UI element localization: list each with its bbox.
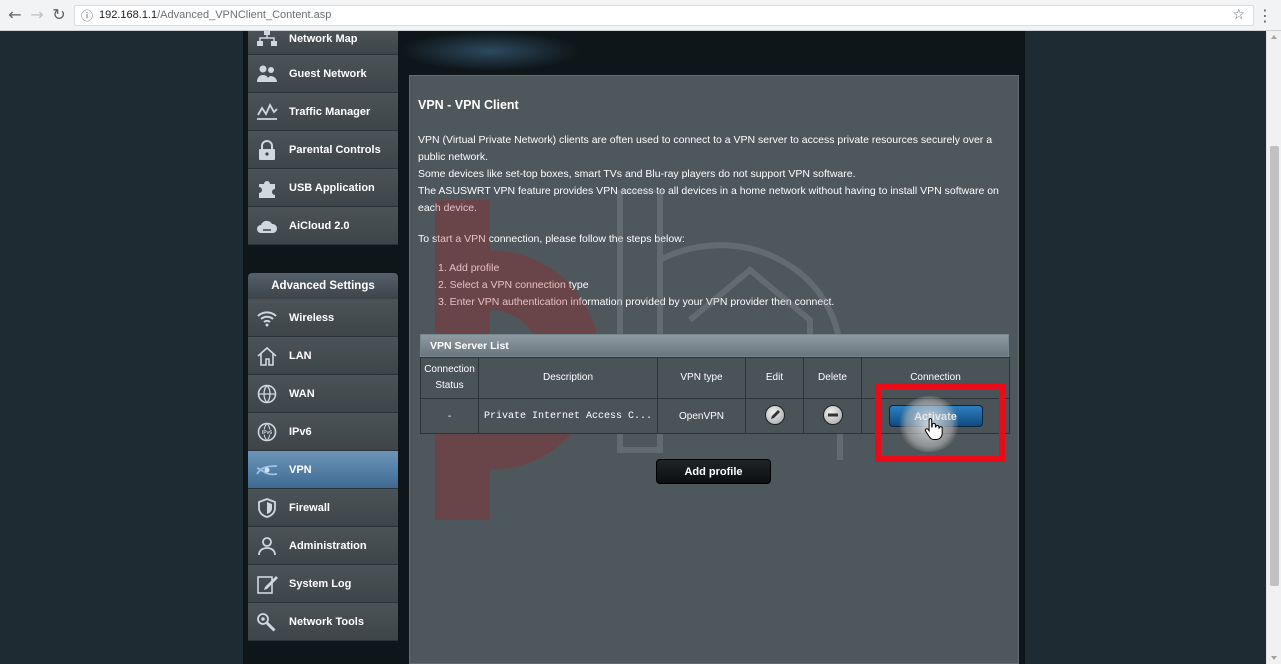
sidebar-item-lan[interactable]: LAN — [248, 337, 398, 375]
sidebar-item-label: Guest Network — [289, 68, 367, 80]
sidebar-item-label: Network Map — [289, 33, 358, 45]
col-status-line2: Status — [435, 380, 464, 391]
header-graphic — [400, 31, 580, 71]
cell-vpn-type: OpenVPN — [657, 398, 746, 434]
sidebar-item-label: System Log — [289, 578, 352, 590]
menu-dots-icon[interactable]: ⋮ — [1257, 6, 1273, 25]
sidebar-item-label: Wireless — [289, 312, 335, 324]
col-edit: Edit — [745, 357, 804, 399]
puzzle-icon — [259, 181, 275, 198]
page-scrollbar[interactable] — [1266, 31, 1281, 664]
sidebar-item-ipv6[interactable]: IPv6 IPv6 — [248, 413, 398, 451]
col-vpn-type: VPN type — [657, 357, 746, 399]
address-bar[interactable]: ⓘ 192.168.1.1/Advanced_VPNClient_Content… — [74, 5, 1254, 26]
sidebar-item-label: AiCloud 2.0 — [289, 220, 350, 232]
sidebar-item-label: Traffic Manager — [289, 106, 371, 118]
edit-pencil-icon[interactable] — [764, 404, 785, 425]
steps-list: 1. Add profile 2. Select a VPN connectio… — [438, 260, 834, 311]
url-path: /Advanced_VPNClient_Content.asp — [157, 9, 332, 21]
forward-arrow-icon[interactable]: → — [28, 6, 46, 24]
lock-icon — [259, 140, 275, 160]
star-icon[interactable]: ☆ — [1232, 7, 1245, 23]
reload-icon[interactable]: ↻ — [50, 6, 68, 24]
vpn-description: VPN (Virtual Private Network) clients ar… — [418, 132, 1008, 217]
hand-cursor-icon — [924, 418, 943, 440]
sidebar-item-vpn[interactable]: VPN — [248, 451, 398, 489]
steps-intro: To start a VPN connection, please follow… — [418, 233, 685, 245]
scroll-down-icon[interactable] — [1271, 656, 1277, 660]
page-title: VPN - VPN Client — [418, 98, 519, 112]
sidebar-item-traffic-manager[interactable]: Traffic Manager — [248, 93, 398, 131]
sidebar: Network Map Guest Network Traffic Manage… — [248, 30, 398, 641]
globe-icon — [257, 384, 277, 404]
col-description: Description — [478, 357, 658, 399]
sidebar-item-network-tools[interactable]: Network Tools — [248, 603, 398, 641]
description-line: Some devices like set-top boxes, smart T… — [418, 168, 856, 180]
browser-toolbar: ← → ↻ ⓘ 192.168.1.1/Advanced_VPNClient_C… — [0, 0, 1281, 31]
shield-icon — [258, 498, 276, 518]
col-delete: Delete — [803, 357, 862, 399]
sidebar-item-label: WAN — [289, 388, 315, 400]
sidebar-item-firewall[interactable]: Firewall — [248, 489, 398, 527]
cell-description: Private Internet Access C... — [478, 398, 658, 434]
info-icon[interactable]: ⓘ — [81, 7, 93, 24]
step-item: 2. Select a VPN connection type — [438, 279, 589, 291]
sidebar-item-administration[interactable]: Administration — [248, 527, 398, 565]
col-connection-status: Connection Status — [420, 357, 479, 399]
sidebar-item-wan[interactable]: WAN — [248, 375, 398, 413]
house-icon — [257, 346, 277, 366]
wifi-icon — [257, 311, 277, 327]
ipv6-globe-icon: IPv6 — [257, 422, 277, 442]
sidebar-item-label: USB Application — [289, 182, 375, 194]
tools-icon — [257, 613, 276, 632]
sidebar-item-guest-network[interactable]: Guest Network — [248, 55, 398, 93]
table-title: VPN Server List — [420, 334, 1009, 357]
sidebar-item-parental-controls[interactable]: Parental Controls — [248, 131, 398, 169]
url-host: 192.168.1.1 — [99, 9, 158, 21]
sidebar-item-label: Firewall — [289, 502, 330, 514]
cell-status: - — [420, 398, 479, 434]
svg-text:IPv6: IPv6 — [262, 430, 273, 436]
step-item: 1. Add profile — [438, 262, 500, 274]
guest-network-icon — [257, 65, 277, 82]
sidebar-item-label: IPv6 — [289, 426, 312, 438]
sidebar-item-label: VPN — [289, 464, 312, 476]
log-icon — [257, 576, 278, 594]
description-line: VPN (Virtual Private Network) clients ar… — [418, 134, 993, 163]
sidebar-item-usb-application[interactable]: USB Application — [248, 169, 398, 207]
sidebar-item-label: Administration — [289, 540, 367, 552]
add-profile-button[interactable]: Add profile — [656, 459, 771, 484]
traffic-manager-icon — [257, 103, 278, 120]
cloud-icon — [257, 220, 278, 233]
col-status-line1: Connection — [424, 364, 475, 375]
advanced-settings-title: Advanced Settings — [248, 273, 398, 299]
sidebar-item-label: Parental Controls — [289, 144, 381, 156]
step-item: 3. Enter VPN authentication information … — [438, 296, 835, 308]
address-url[interactable]: 192.168.1.1/Advanced_VPNClient_Content.a… — [99, 9, 331, 21]
scroll-up-icon[interactable] — [1271, 35, 1277, 39]
cell-edit — [745, 398, 804, 434]
person-icon — [258, 537, 276, 556]
minus-circle-icon[interactable] — [822, 404, 843, 425]
vpn-icon — [256, 465, 278, 476]
sidebar-item-aicloud[interactable]: AiCloud 2.0 — [248, 207, 398, 245]
sidebar-item-network-map[interactable]: Network Map — [248, 30, 398, 55]
scrollbar-thumb[interactable] — [1270, 146, 1279, 586]
description-line: The ASUSWRT VPN feature provides VPN acc… — [418, 185, 999, 214]
sidebar-item-label: Network Tools — [289, 616, 364, 628]
back-arrow-icon[interactable]: ← — [6, 6, 24, 24]
network-map-icon — [257, 30, 277, 46]
sidebar-item-label: LAN — [289, 350, 312, 362]
cell-delete — [803, 398, 862, 434]
sidebar-item-wireless[interactable]: Wireless — [248, 299, 398, 337]
sidebar-item-system-log[interactable]: System Log — [248, 565, 398, 603]
